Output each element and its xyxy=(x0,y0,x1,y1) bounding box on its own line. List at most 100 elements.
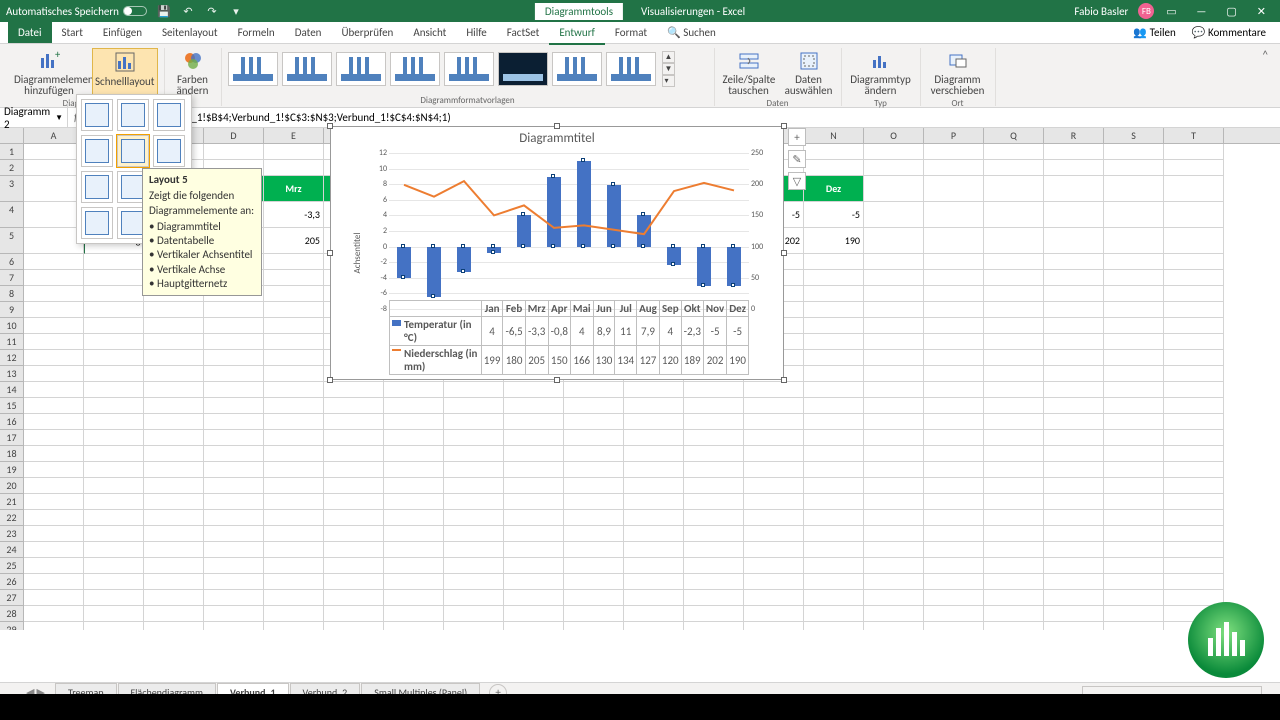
row-header[interactable]: 19 xyxy=(0,462,23,478)
embedded-chart[interactable]: Diagrammtitel Achsentitel -8-6-4-2024681… xyxy=(330,126,784,380)
col-header[interactable]: A xyxy=(24,128,84,143)
col-header[interactable]: R xyxy=(1044,128,1104,143)
qat-dropdown-icon[interactable]: ▾ xyxy=(229,4,243,18)
quick-layout-icon xyxy=(114,51,136,73)
row-header[interactable]: 24 xyxy=(0,542,23,558)
autosave-toggle[interactable] xyxy=(123,6,147,16)
precip-cell[interactable]: 205 xyxy=(264,228,324,254)
tab-einfuegen[interactable]: Einfügen xyxy=(93,22,152,43)
row-header[interactable]: 9 xyxy=(0,302,23,318)
row-header[interactable]: 4 xyxy=(0,202,23,228)
col-header[interactable]: D xyxy=(204,128,264,143)
formula-bar[interactable]: fx=DATENREIHE(Verbund_1!$B$4;Verbund_1!$… xyxy=(68,109,1280,126)
row-header[interactable]: 11 xyxy=(0,334,23,350)
temp-cell[interactable]: -3,3 xyxy=(264,202,324,228)
layout-7[interactable] xyxy=(81,171,113,203)
row-header[interactable]: 2 xyxy=(0,160,23,176)
layout-5[interactable] xyxy=(117,135,149,167)
tab-format[interactable]: Format xyxy=(605,22,657,43)
gallery-more-icon[interactable]: ▾ xyxy=(662,75,676,87)
chart-styles-gallery[interactable]: ▲ ▼ ▾ xyxy=(228,48,708,90)
row-header[interactable]: 18 xyxy=(0,446,23,462)
row-header[interactable]: 6 xyxy=(0,254,23,270)
layout-2[interactable] xyxy=(117,99,149,131)
row-header[interactable]: 15 xyxy=(0,398,23,414)
row-header[interactable]: 8 xyxy=(0,286,23,302)
change-colors-button[interactable]: Farben ändern xyxy=(171,48,215,98)
chart-filter-icon[interactable]: ▽ xyxy=(788,172,806,190)
tab-formeln[interactable]: Formeln xyxy=(228,22,285,43)
tab-datei[interactable]: Datei xyxy=(8,22,52,43)
add-chart-element-button[interactable]: + Diagrammelement hinzufügen xyxy=(12,48,86,98)
tab-seitenlayout[interactable]: Seitenlayout xyxy=(152,22,228,43)
collapse-ribbon-icon[interactable]: ^ xyxy=(1263,48,1268,61)
close-button[interactable]: ✕ xyxy=(1249,5,1274,18)
gallery-up-icon[interactable]: ▲ xyxy=(662,51,676,63)
row-header[interactable]: 1 xyxy=(0,144,23,160)
share-button[interactable]: 👥 Teilen xyxy=(1133,26,1175,39)
minimize-button[interactable]: — xyxy=(1188,5,1214,18)
layout-4[interactable] xyxy=(81,135,113,167)
temp-cell[interactable]: -5 xyxy=(804,202,864,228)
col-header[interactable]: S xyxy=(1104,128,1164,143)
precip-cell[interactable]: 190 xyxy=(804,228,864,254)
row-header[interactable]: 28 xyxy=(0,606,23,622)
col-header[interactable]: N xyxy=(804,128,864,143)
row-header[interactable]: 12 xyxy=(0,350,23,366)
col-header[interactable]: E xyxy=(264,128,324,143)
row-header[interactable]: 26 xyxy=(0,574,23,590)
switch-row-col-button[interactable]: Zeile/Spalte tauschen xyxy=(721,48,777,98)
col-header[interactable]: T xyxy=(1164,128,1224,143)
comments-button[interactable]: 💬 Kommentare xyxy=(1192,26,1266,39)
tab-ueberpruefen[interactable]: Überprüfen xyxy=(331,22,403,43)
row-header[interactable]: 7 xyxy=(0,270,23,286)
month-header[interactable]: Dez xyxy=(804,176,864,202)
row-header[interactable]: 17 xyxy=(0,430,23,446)
user-name[interactable]: Fabio Basler xyxy=(1074,5,1128,18)
row-header[interactable]: 21 xyxy=(0,494,23,510)
row-header[interactable]: 25 xyxy=(0,558,23,574)
tab-entwurf[interactable]: Entwurf xyxy=(549,22,605,45)
chart-styles-icon[interactable]: ✎ xyxy=(788,150,806,168)
col-header[interactable]: O xyxy=(864,128,924,143)
row-header[interactable]: 10 xyxy=(0,318,23,334)
col-header[interactable]: Q xyxy=(984,128,1044,143)
move-chart-button[interactable]: Diagramm verschieben xyxy=(927,48,989,98)
ribbon-options-icon[interactable]: ▭ xyxy=(1164,4,1178,18)
maximize-button[interactable]: ▢ xyxy=(1218,5,1244,18)
gallery-down-icon[interactable]: ▼ xyxy=(662,63,676,75)
row-header[interactable]: 3 xyxy=(0,176,23,202)
month-header[interactable]: Mrz xyxy=(264,176,324,202)
row-header[interactable]: 16 xyxy=(0,414,23,430)
row-header[interactable]: 5 xyxy=(0,228,23,254)
chart-title[interactable]: Diagrammtitel xyxy=(331,127,783,150)
tell-me-search[interactable]: 🔍 Suchen xyxy=(657,22,726,43)
undo-icon[interactable]: ↶ xyxy=(181,4,195,18)
redo-icon[interactable]: ↷ xyxy=(205,4,219,18)
chevron-down-icon[interactable]: ▼ xyxy=(55,113,63,123)
tab-hilfe[interactable]: Hilfe xyxy=(456,22,496,43)
layout-tooltip: Layout 5 Zeigt die folgenden Diagrammele… xyxy=(142,168,262,296)
row-header[interactable]: 22 xyxy=(0,510,23,526)
layout-10[interactable] xyxy=(81,207,113,239)
layout-1[interactable] xyxy=(81,99,113,131)
user-avatar[interactable]: FB xyxy=(1138,3,1154,19)
layout-6[interactable] xyxy=(153,135,185,167)
row-header[interactable]: 13 xyxy=(0,366,23,382)
select-data-button[interactable]: Daten auswählen xyxy=(783,48,835,98)
change-chart-type-button[interactable]: Diagrammtyp ändern xyxy=(848,48,914,98)
chart-elements-icon[interactable]: + xyxy=(788,128,806,146)
quick-layout-button[interactable]: Schnelllayout xyxy=(92,48,158,98)
row-header[interactable]: 20 xyxy=(0,478,23,494)
tab-daten[interactable]: Daten xyxy=(285,22,332,43)
tab-factset[interactable]: FactSet xyxy=(497,22,550,43)
col-header[interactable]: P xyxy=(924,128,984,143)
row-header[interactable]: 23 xyxy=(0,526,23,542)
tab-start[interactable]: Start xyxy=(52,22,93,43)
row-header[interactable]: 14 xyxy=(0,382,23,398)
layout-3[interactable] xyxy=(153,99,185,131)
row-header[interactable]: 27 xyxy=(0,590,23,606)
tab-ansicht[interactable]: Ansicht xyxy=(403,22,456,43)
row-header[interactable]: 29 xyxy=(0,622,23,630)
save-icon[interactable]: 💾 xyxy=(157,4,171,18)
